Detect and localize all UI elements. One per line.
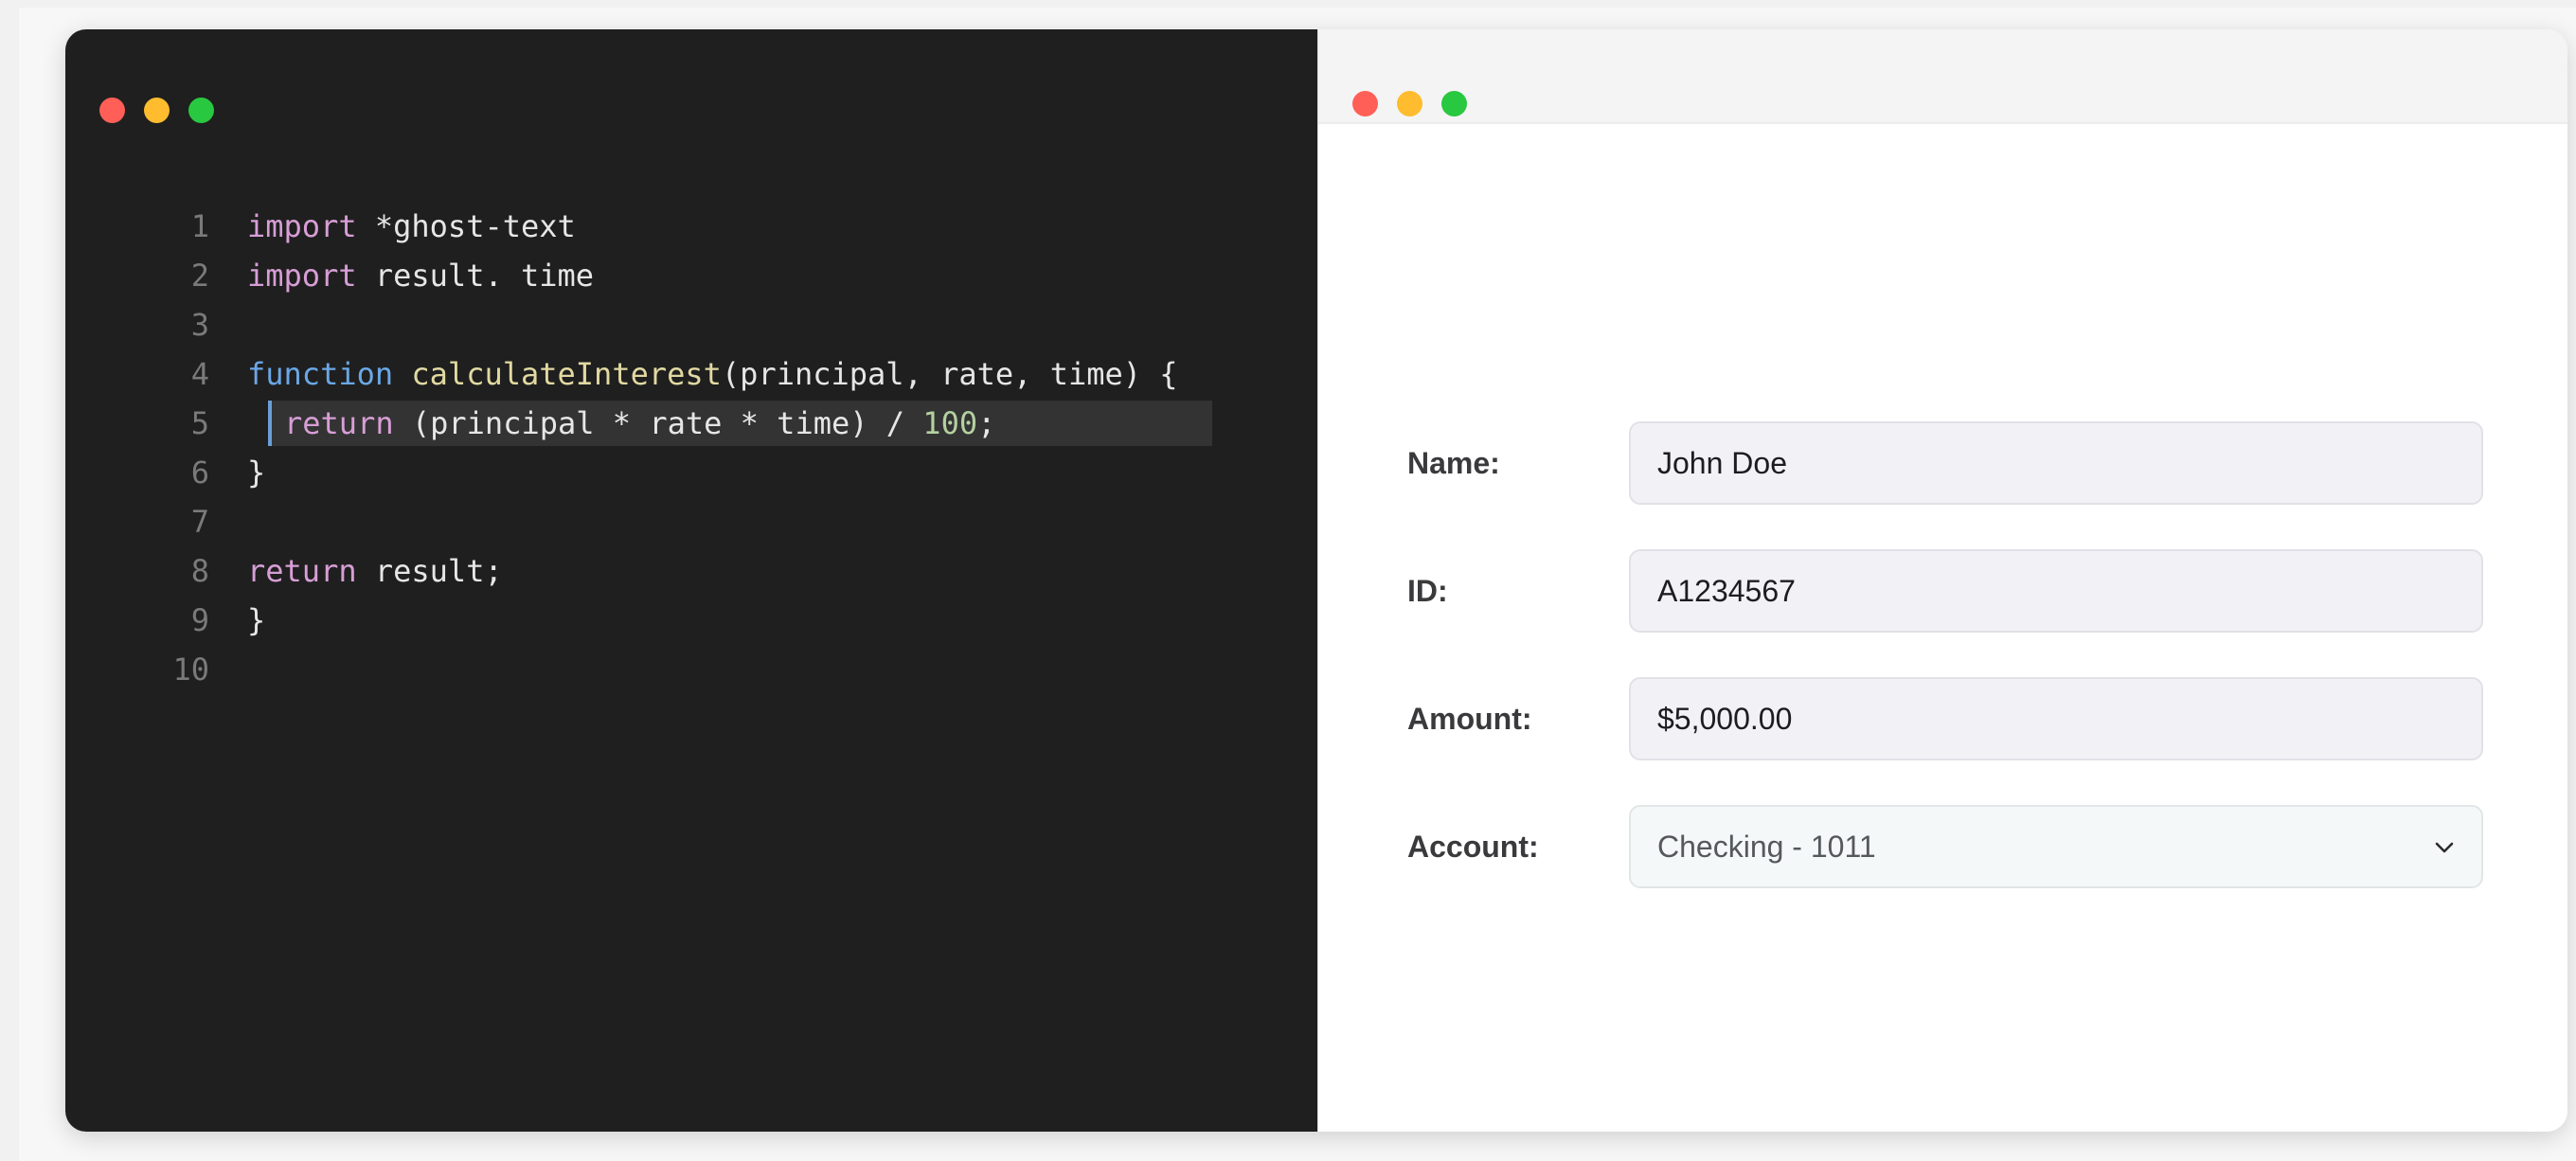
code-line[interactable]: 5 return (principal * rate * time) / 100; [65,399,1317,448]
code-line[interactable]: 3 [65,300,1317,349]
name-field[interactable]: John Doe [1629,421,2483,505]
line-number: 10 [172,652,209,688]
close-window-button[interactable] [99,98,125,123]
code-token: *ghost-text [356,208,576,244]
code-token: return [247,553,357,589]
name-row: Name: John Doe [1318,421,2567,505]
amount-field-value: $5,000.00 [1657,702,1793,736]
name-label: Name: [1407,446,1500,480]
code-token: import [247,258,357,294]
code-line[interactable]: 7 [65,497,1317,546]
minimize-window-button[interactable] [144,98,170,123]
code-token: } [247,455,266,491]
line-number: 2 [190,258,209,294]
id-label: ID: [1407,574,1448,608]
account-select[interactable]: Checking - 1011 [1629,805,2483,888]
line-number: 8 [190,553,209,589]
code-text: return result; [247,546,503,596]
code-token: import [247,208,357,244]
code-line[interactable]: 6} [65,448,1317,497]
code-token: 100 [922,405,978,441]
line-number: 9 [190,602,209,638]
line-number: 3 [190,307,209,343]
code-line[interactable]: 1 import *ghost-text [65,202,1317,251]
code-token: ; [977,405,996,441]
name-field-value: John Doe [1657,446,1787,480]
account-form: Name: John Doe ID: A1234567 Amount: $5,0… [1318,421,2567,933]
line-number: 7 [190,504,209,540]
account-select-value: Checking - 1011 [1657,830,1876,864]
code-text: import *ghost-text [247,202,576,251]
line-number: 5 [190,405,209,441]
account-row: Account: Checking - 1011 [1318,805,2567,888]
close-window-button[interactable] [1352,91,1378,116]
amount-field[interactable]: $5,000.00 [1629,677,2483,760]
code-line[interactable]: 8 return result; [65,546,1317,596]
code-area[interactable]: 1 import *ghost-text 2 import result. time 3… [65,202,1317,694]
line-number: 1 [190,208,209,244]
chevron-down-icon[interactable] [2432,835,2457,860]
code-line[interactable]: 2 import result. time [65,251,1317,300]
code-token: return [284,405,394,441]
minimize-window-button[interactable] [1397,91,1422,116]
code-text: import result. time [247,251,594,300]
id-field-value: A1234567 [1657,574,1796,608]
code-line[interactable]: 9} [65,596,1317,645]
id-row: ID: A1234567 [1318,549,2567,633]
amount-row: Amount: $5,000.00 [1318,677,2567,760]
code-token: (principal, rate, time) { [721,356,1178,392]
code-line[interactable]: 10 [65,645,1317,694]
code-text: } [247,448,265,497]
form-preview-pane: Name: John Doe ID: A1234567 Amount: $5,0… [1317,29,2567,1132]
code-token: function [247,356,394,392]
line-number: 4 [190,356,209,392]
code-line[interactable]: 4 function calculateInterest(principal, r… [65,349,1317,399]
code-text: return (principal * rate * time) / 100; [284,399,995,448]
code-text: function calculateInterest(principal, ra… [247,349,1178,399]
amount-label: Amount: [1407,702,1532,736]
code-token: result. time [356,258,595,294]
id-field[interactable]: A1234567 [1629,549,2483,633]
code-token: (principal * rate * time) / [393,405,923,441]
maximize-window-button[interactable] [188,98,214,123]
account-label: Account: [1407,830,1539,864]
code-token: } [247,602,266,638]
code-token: calculateInterest [411,356,722,392]
maximize-window-button[interactable] [1441,91,1467,116]
browser-title-bar [1318,29,2567,124]
code-editor-pane: 1 import *ghost-text 2 import result. time 3… [65,29,1317,1132]
line-number: 6 [190,455,209,491]
split-window: 1 import *ghost-text 2 import result. time 3… [65,29,2567,1132]
code-text: } [247,596,265,645]
text-cursor [268,401,272,446]
code-token: result; [356,553,503,589]
